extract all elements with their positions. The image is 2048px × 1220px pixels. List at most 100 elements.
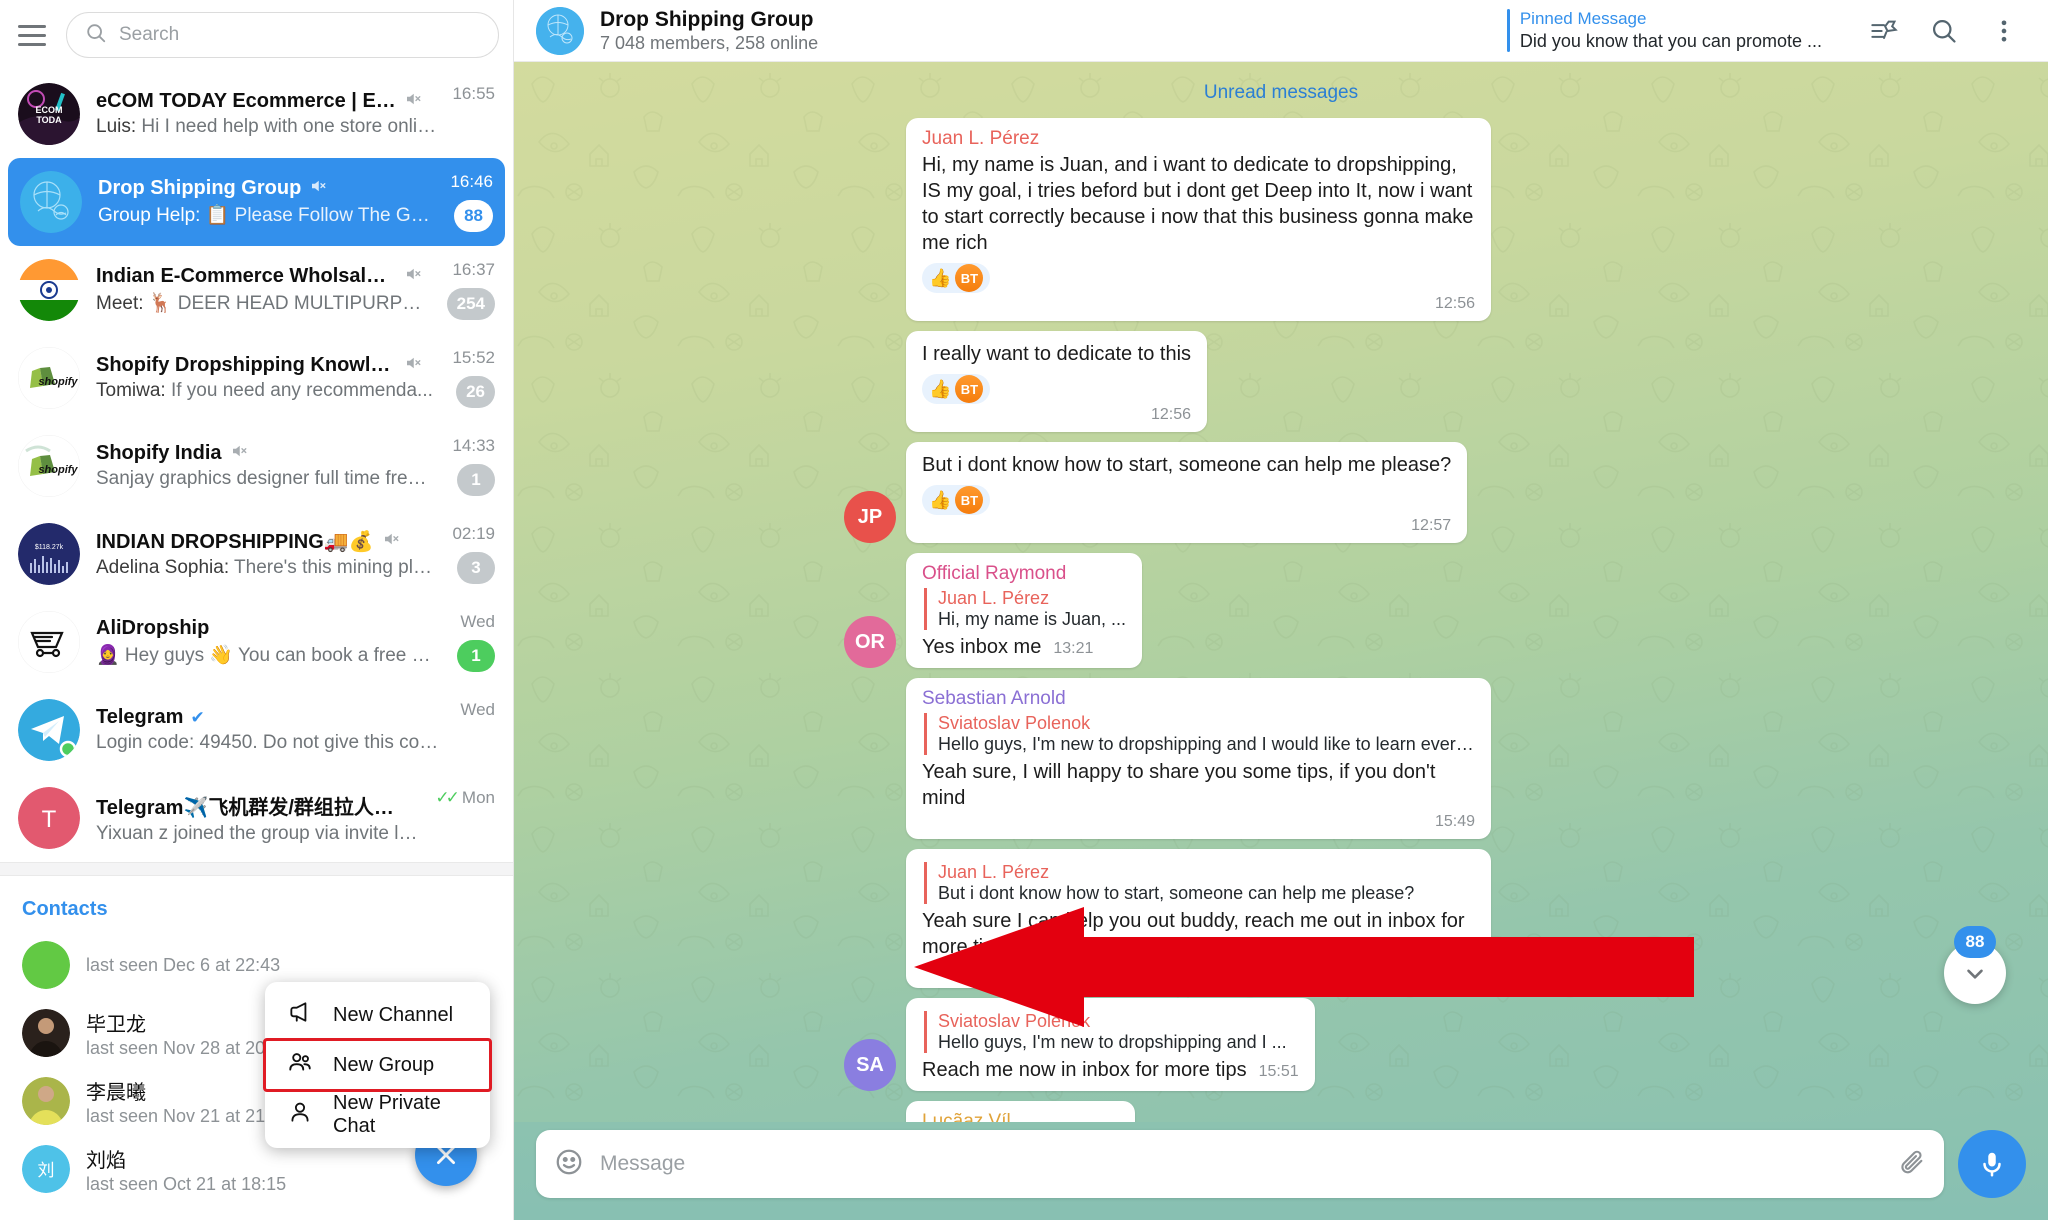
- reaction-thumbsup[interactable]: 👍 BT: [922, 263, 991, 293]
- chat-item-title: INDIAN DROPSHIPPING🚚💰: [96, 531, 374, 553]
- reaction-thumbsup[interactable]: 👍 BT: [922, 374, 991, 404]
- reaction-thumbsup[interactable]: 👍 BT: [922, 485, 991, 515]
- reply-text: Hi, my name is Juan, ...: [938, 609, 1127, 629]
- chat-item-preview: Tomiwa: If you need any recommenda...: [96, 380, 433, 401]
- menu-item-label: New Channel: [333, 1003, 454, 1026]
- chat-list-item[interactable]: shopify Shopify India Sanjay graphics de…: [0, 422, 513, 510]
- reply-text: Hello guys, I'm new to dropshipping and …: [938, 1032, 1287, 1052]
- message-bubble[interactable]: Lucãaz Víl Sviatoslav Polenok Hello guys…: [906, 1101, 1135, 1122]
- chat-avatar: shopify: [18, 347, 80, 409]
- chat-item-text: eCOM TODAY Ecommerce | ENG C... Luis: Hi…: [96, 90, 436, 138]
- reply-quote[interactable]: Sviatoslav Polenok Hello guys, I'm new t…: [924, 1011, 1299, 1053]
- person-icon: [287, 1099, 313, 1131]
- message-bubble[interactable]: But i dont know how to start, someone ca…: [906, 442, 1468, 543]
- chat-item-preview: 🧕 Hey guys 👋 You can book a free m...: [96, 645, 441, 666]
- message-row: Sebastian Arnold Sviatoslav Polenok Hell…: [514, 678, 2048, 849]
- message-bubble[interactable]: Official Raymond Juan L. Pérez Hi, my na…: [906, 553, 1143, 668]
- unread-badge: 254: [446, 288, 495, 320]
- reply-quote[interactable]: Sviatoslav Polenok Hello guys, I'm new t…: [924, 713, 1475, 755]
- contact-name: 毕卫龙: [86, 1013, 146, 1036]
- menu-item-new-group[interactable]: New Group: [263, 1038, 492, 1092]
- chat-item-title: Drop Shipping Group: [98, 177, 302, 199]
- menu-item-new-channel[interactable]: New Channel: [265, 990, 490, 1040]
- chat-item-text: Shopify Dropshipping Knowledge ... Tomiw…: [96, 354, 436, 402]
- chat-item-meta: Wed: [460, 699, 495, 761]
- chat-item-time: 15:52: [452, 348, 495, 367]
- message-bubble[interactable]: I really want to dedicate to this 👍 BT 1…: [906, 331, 1208, 432]
- message-scroll[interactable]: Unread messages Juan L. Pérez Hi, my name…: [514, 62, 2048, 1122]
- message-area: Unread messages Juan L. Pérez Hi, my name…: [514, 62, 2048, 1122]
- chat-item-title: AliDropship: [96, 617, 210, 639]
- contacts-header: Contacts: [22, 898, 108, 920]
- message-row: I really want to dedicate to this 👍 BT 1…: [514, 331, 2048, 442]
- menu-item-new-private-chat[interactable]: New Private Chat: [265, 1090, 490, 1140]
- muted-icon: [403, 265, 423, 288]
- chat-item-text: Telegram✈️飞机群发/群组拉人/群... Yixuan z joined…: [96, 791, 419, 845]
- chat-item-preview: Sanjay graphics designer full time freel…: [96, 468, 437, 489]
- scroll-to-bottom-button[interactable]: 88: [1944, 926, 2006, 1004]
- chat-item-text: Drop Shipping Group Group Help: 📋 Please…: [98, 177, 434, 227]
- message-avatar[interactable]: OR: [844, 616, 896, 668]
- chat-members-count: 7 048 members, 258 online: [600, 32, 819, 53]
- svg-text:TODA: TODA: [36, 115, 62, 125]
- chat-list-item[interactable]: Telegram ✔ Login code: 49450. Do not giv…: [0, 686, 513, 774]
- chat-avatar[interactable]: [536, 6, 584, 55]
- pinned-list-icon[interactable]: [1862, 9, 1906, 53]
- more-options-icon[interactable]: [1982, 9, 2026, 53]
- message-footer: 12:57: [922, 517, 1451, 535]
- chat-item-time: Wed: [460, 700, 495, 719]
- chat-item-text: Shopify India Sanjay graphics designer f…: [96, 442, 436, 490]
- message-reactions[interactable]: 👍 BT: [922, 485, 1451, 515]
- emoji-icon[interactable]: [554, 1147, 584, 1182]
- message-author[interactable]: Sebastian Arnold: [922, 688, 1475, 710]
- message-author[interactable]: Lucãaz Víl: [922, 1111, 1119, 1122]
- voice-record-button[interactable]: [1958, 1130, 2026, 1198]
- chat-list-item[interactable]: ECOM TODA eCOM TODAY Ecommerce | ENG C..…: [0, 70, 513, 158]
- message-text: Yeah sure I can help you out buddy, reac…: [922, 910, 1465, 958]
- chat-avatar: ECOM TODA: [18, 83, 80, 145]
- chat-pane: Drop Shipping Group 7 048 members, 258 o…: [514, 0, 2048, 1220]
- chat-avatar: shopify: [18, 435, 80, 497]
- attach-icon[interactable]: [1898, 1148, 1926, 1181]
- menu-item-label: New Private Chat: [333, 1092, 441, 1137]
- chat-item-meta: 14:33 1: [452, 435, 495, 497]
- message-time: 13:21: [1053, 640, 1094, 657]
- menu-burger-icon[interactable]: [18, 18, 52, 52]
- search-chat-icon[interactable]: [1922, 9, 1966, 53]
- reply-quote[interactable]: Juan L. Pérez Hi, my name is Juan, ...: [924, 588, 1126, 630]
- message-input[interactable]: Message: [536, 1130, 1944, 1198]
- message-text: Reach me now in inbox for more tips: [922, 1059, 1247, 1081]
- message-row: SA Sviatoslav Polenok Hello guys, I'm ne…: [514, 998, 2048, 1101]
- chat-item-title-row: Indian E-Commerce Wholsaler B2...: [96, 265, 431, 288]
- chat-list-item[interactable]: Indian E-Commerce Wholsaler B2... Meet: …: [0, 246, 513, 334]
- message-reactions[interactable]: 👍 BT: [922, 263, 1475, 293]
- chat-header: Drop Shipping Group 7 048 members, 258 o…: [514, 0, 2048, 62]
- new-chat-context-menu[interactable]: New Channel New Group New Private Chat: [263, 982, 492, 1148]
- chat-list-item[interactable]: shopify Shopify Dropshipping Knowledge .…: [0, 334, 513, 422]
- message-bubble[interactable]: Juan L. Pérez But i dont know how to sta…: [906, 849, 1491, 988]
- chat-item-preview: Luis: Hi I need help with one store onli…: [96, 116, 437, 137]
- message-bubble[interactable]: Juan L. Pérez Hi, my name is Juan, and i …: [906, 118, 1491, 321]
- message-author[interactable]: Official Raymond: [922, 563, 1126, 585]
- message-reactions[interactable]: 👍 BT: [922, 374, 1191, 404]
- message-author[interactable]: Juan L. Pérez: [922, 128, 1475, 150]
- pinned-label: Pinned Message: [1519, 9, 1647, 28]
- chat-list-item[interactable]: AliDropship 🧕 Hey guys 👋 You can book a …: [0, 598, 513, 686]
- message-bubble[interactable]: Sebastian Arnold Sviatoslav Polenok Hell…: [906, 678, 1491, 839]
- unread-count-badge: 88: [1954, 926, 1996, 958]
- chat-item-title: Telegram✈️飞机群发/群组拉人/群...: [96, 797, 396, 819]
- contact-avatar: 刘: [22, 1145, 70, 1193]
- message-avatar[interactable]: JP: [844, 491, 896, 543]
- chat-item-title-row: Drop Shipping Group: [98, 177, 434, 200]
- chat-item-title: Shopify Dropshipping Knowledge ...: [96, 354, 396, 376]
- reply-quote[interactable]: Juan L. Pérez But i dont know how to sta…: [924, 862, 1475, 904]
- chat-list-item[interactable]: $118.27k INDIAN DROPSHIPPING🚚💰 Adelina S…: [0, 510, 513, 598]
- search-input[interactable]: Search: [66, 12, 499, 58]
- message-bubble[interactable]: Sviatoslav Polenok Hello guys, I'm new t…: [906, 998, 1315, 1091]
- chat-list-item[interactable]: T Telegram✈️飞机群发/群组拉人/群... Yixuan z join…: [0, 774, 513, 862]
- composer: Message: [514, 1122, 2048, 1220]
- chat-list-item[interactable]: Drop Shipping Group Group Help: 📋 Please…: [8, 158, 505, 246]
- pinned-message[interactable]: Pinned Message Did you know that you can…: [1506, 9, 1822, 52]
- message-avatar[interactable]: SA: [844, 1039, 896, 1091]
- muted-icon: [403, 354, 423, 377]
